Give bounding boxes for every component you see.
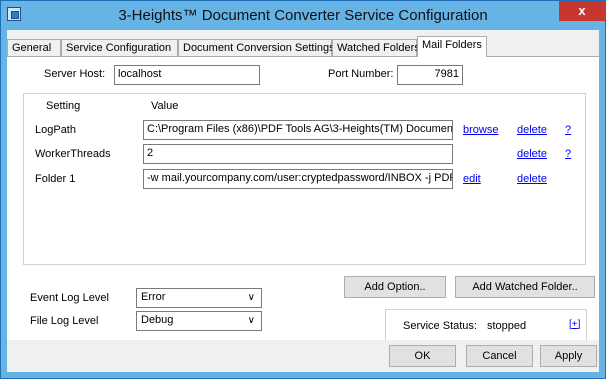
ok-button[interactable]: OK — [389, 345, 456, 367]
file-log-level-value: Debug — [141, 314, 174, 326]
service-status-label: Service Status: — [403, 320, 477, 332]
delete-link-logpath[interactable]: delete — [517, 124, 547, 136]
cancel-button[interactable]: Cancel — [466, 345, 533, 367]
apply-button[interactable]: Apply — [540, 345, 597, 367]
tab-document-conversion-settings[interactable]: Document Conversion Settings — [178, 39, 335, 56]
logpath-value-input[interactable]: C:\Program Files (x86)\PDF Tools AG\3-He… — [143, 120, 453, 140]
service-status-box: Service Status: stopped [+] — [385, 309, 587, 343]
setting-name-folder-1: Folder 1 — [35, 173, 76, 185]
app-window: 3-Heights™ Document Converter Service Co… — [0, 0, 606, 379]
server-host-input[interactable]: localhost — [114, 65, 260, 85]
tab-general[interactable]: General — [7, 39, 61, 56]
add-watched-folder-button[interactable]: Add Watched Folder.. — [455, 276, 595, 298]
expand-toggle[interactable]: [+] — [569, 319, 580, 330]
workerthreads-value-input[interactable]: 2 — [143, 144, 453, 164]
title-bar[interactable]: 3-Heights™ Document Converter Service Co… — [1, 1, 605, 30]
close-button[interactable]: x — [559, 1, 605, 21]
dialog-button-bar: OK Cancel Apply — [7, 340, 599, 372]
file-log-level-select[interactable]: Debug ∨ — [136, 311, 262, 331]
mail-folders-panel: Server Host: localhost Port Number: 7981… — [7, 56, 599, 343]
help-link-logpath[interactable]: ? — [565, 124, 571, 136]
settings-list: Setting Value LogPath C:\Program Files (… — [23, 93, 586, 265]
folder-1-value-input[interactable]: -w mail.yourcompany.com/user:cryptedpass… — [143, 169, 453, 189]
chevron-down-icon: ∨ — [247, 292, 255, 303]
delete-link-folder-1[interactable]: delete — [517, 173, 547, 185]
tab-mail-folders[interactable]: Mail Folders — [417, 36, 487, 57]
tab-strip: General Service Configuration Document C… — [7, 36, 599, 57]
service-status-value: stopped — [487, 320, 527, 332]
tab-watched-folders[interactable]: Watched Folders — [332, 39, 420, 56]
dialog-client: General Service Configuration Document C… — [7, 30, 599, 372]
port-number-input[interactable]: 7981 — [397, 65, 463, 85]
setting-name-logpath: LogPath — [35, 124, 76, 136]
help-link-workerthreads[interactable]: ? — [565, 148, 571, 160]
event-log-level-label: Event Log Level — [30, 292, 109, 304]
edit-link[interactable]: edit — [463, 173, 481, 185]
plus-icon: + — [571, 319, 578, 330]
server-host-label: Server Host: — [44, 68, 106, 80]
window-title: 3-Heights™ Document Converter Service Co… — [118, 7, 488, 24]
add-option-button[interactable]: Add Option.. — [344, 276, 446, 298]
event-log-level-select[interactable]: Error ∨ — [136, 288, 262, 308]
browse-link[interactable]: browse — [463, 124, 498, 136]
delete-link-workerthreads[interactable]: delete — [517, 148, 547, 160]
port-number-label: Port Number: — [328, 68, 394, 80]
setting-name-workerthreads: WorkerThreads — [35, 148, 111, 160]
column-header-value: Value — [151, 100, 179, 112]
event-log-level-value: Error — [141, 291, 166, 303]
column-header-setting: Setting — [46, 100, 81, 112]
chevron-down-icon: ∨ — [247, 315, 255, 326]
tab-service-configuration[interactable]: Service Configuration — [61, 39, 178, 56]
file-log-level-label: File Log Level — [30, 315, 99, 327]
